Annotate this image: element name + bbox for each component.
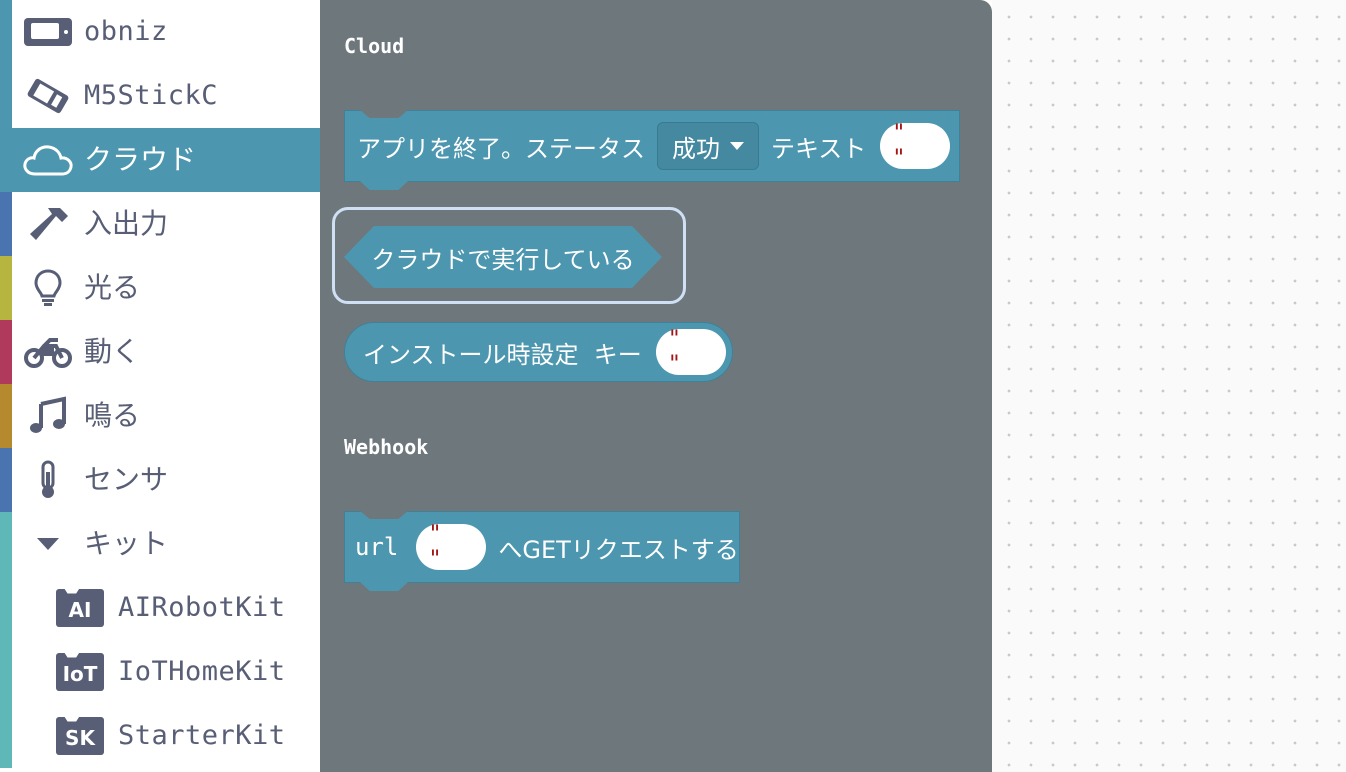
category-color-stripe bbox=[0, 704, 12, 768]
status-dropdown-value: 成功 bbox=[672, 134, 720, 163]
sidebar-kit-0[interactable]: AI AIRobotKit bbox=[0, 576, 320, 640]
category-color-stripe bbox=[0, 256, 12, 320]
kit-badge-text: AI bbox=[56, 589, 104, 627]
section-title-cloud: Cloud bbox=[344, 34, 405, 58]
category-color-stripe bbox=[0, 320, 12, 384]
install-setting-label: インストール時設定 キー bbox=[363, 340, 642, 369]
sidebar-item-6[interactable]: 鳴る bbox=[0, 384, 320, 448]
kit-badge-icon: AI bbox=[54, 588, 106, 628]
obniz-board-icon bbox=[22, 12, 74, 52]
block-flyout: Cloud アプリを終了。ステータス 成功 テキスト " " クラウドで実行して… bbox=[320, 0, 992, 772]
kit-badge-icon: SK bbox=[54, 716, 106, 756]
url-label: url bbox=[355, 533, 399, 561]
sidebar-item-7[interactable]: センサ bbox=[0, 448, 320, 512]
thermometer-icon bbox=[22, 460, 74, 500]
lightbulb-icon bbox=[22, 268, 74, 308]
sidebar-item-2[interactable]: クラウド bbox=[0, 128, 320, 192]
status-dropdown[interactable]: 成功 bbox=[657, 122, 759, 170]
category-color-stripe bbox=[0, 64, 12, 128]
sidebar-item-label: 入出力 bbox=[84, 207, 169, 240]
category-color-stripe bbox=[0, 0, 12, 64]
kit-badge-text: SK bbox=[56, 717, 104, 755]
category-color-stripe bbox=[0, 512, 12, 576]
music-note-icon bbox=[22, 396, 74, 436]
cloud-icon bbox=[22, 140, 74, 180]
text-string-input[interactable]: " " bbox=[880, 121, 951, 171]
key-string-input[interactable]: " " bbox=[655, 327, 726, 377]
m5stickc-device-icon bbox=[22, 76, 74, 116]
block-notch-top bbox=[360, 511, 408, 519]
webhook-get-block[interactable]: url " " へGETリクエストする bbox=[344, 511, 740, 591]
hammer-icon bbox=[22, 204, 74, 244]
sidebar-kit-label: AIRobotKit bbox=[118, 592, 286, 623]
sidebar-item-label: obniz bbox=[84, 16, 168, 47]
caret-down-icon bbox=[22, 524, 74, 564]
category-color-stripe bbox=[0, 576, 12, 640]
category-color-stripe bbox=[0, 192, 12, 256]
caret-down-icon bbox=[730, 142, 744, 150]
motorcycle-icon bbox=[22, 332, 74, 372]
category-color-stripe bbox=[0, 128, 12, 192]
sidebar-item-8[interactable]: キット bbox=[0, 512, 320, 576]
category-color-stripe bbox=[0, 448, 12, 512]
block-notch-bottom bbox=[360, 582, 408, 591]
running-in-cloud-label: クラウドで実行している bbox=[371, 245, 635, 274]
category-sidebar: obniz M5StickC クラウド入出力光る動く鳴るセンサキット AI AIRobo… bbox=[0, 0, 320, 772]
sidebar-item-label: キット bbox=[84, 527, 169, 560]
install-setting-key-block[interactable]: インストール時設定 キー " " bbox=[344, 322, 733, 382]
category-color-stripe bbox=[0, 384, 12, 448]
sidebar-item-label: クラウド bbox=[84, 143, 197, 176]
get-request-label: へGETリクエストする bbox=[498, 535, 739, 564]
block-notch-bottom bbox=[360, 181, 408, 190]
sidebar-item-3[interactable]: 入出力 bbox=[0, 192, 320, 256]
kit-badge-icon: IoT bbox=[54, 652, 106, 692]
exit-app-label: アプリを終了。ステータス bbox=[357, 134, 645, 163]
sidebar-kit-2[interactable]: SK StarterKit bbox=[0, 704, 320, 768]
exit-app-block[interactable]: アプリを終了。ステータス 成功 テキスト " " bbox=[344, 110, 960, 190]
sidebar-item-label: センサ bbox=[84, 463, 169, 496]
sidebar-item-4[interactable]: 光る bbox=[0, 256, 320, 320]
sidebar-item-label: 鳴る bbox=[84, 399, 141, 432]
sidebar-item-5[interactable]: 動く bbox=[0, 320, 320, 384]
section-title-webhook: Webhook bbox=[344, 435, 429, 459]
sidebar-item-0[interactable]: obniz bbox=[0, 0, 320, 64]
sidebar-item-label: M5StickC bbox=[84, 80, 219, 111]
sidebar-item-label: 動く bbox=[84, 335, 141, 368]
sidebar-kit-label: IoTHomeKit bbox=[118, 656, 286, 687]
text-label: テキスト bbox=[771, 134, 867, 163]
category-color-stripe bbox=[0, 640, 12, 704]
kit-badge-text: IoT bbox=[56, 653, 104, 691]
blocks-workspace[interactable] bbox=[992, 0, 1346, 772]
running-in-cloud-block[interactable]: クラウドで実行している bbox=[344, 226, 662, 288]
sidebar-kit-1[interactable]: IoT IoTHomeKit bbox=[0, 640, 320, 704]
sidebar-item-label: 光る bbox=[84, 271, 141, 304]
url-string-input[interactable]: " " bbox=[416, 522, 487, 572]
block-notch-top bbox=[360, 110, 408, 118]
sidebar-item-1[interactable]: M5StickC bbox=[0, 64, 320, 128]
sidebar-kit-label: StarterKit bbox=[118, 720, 286, 751]
